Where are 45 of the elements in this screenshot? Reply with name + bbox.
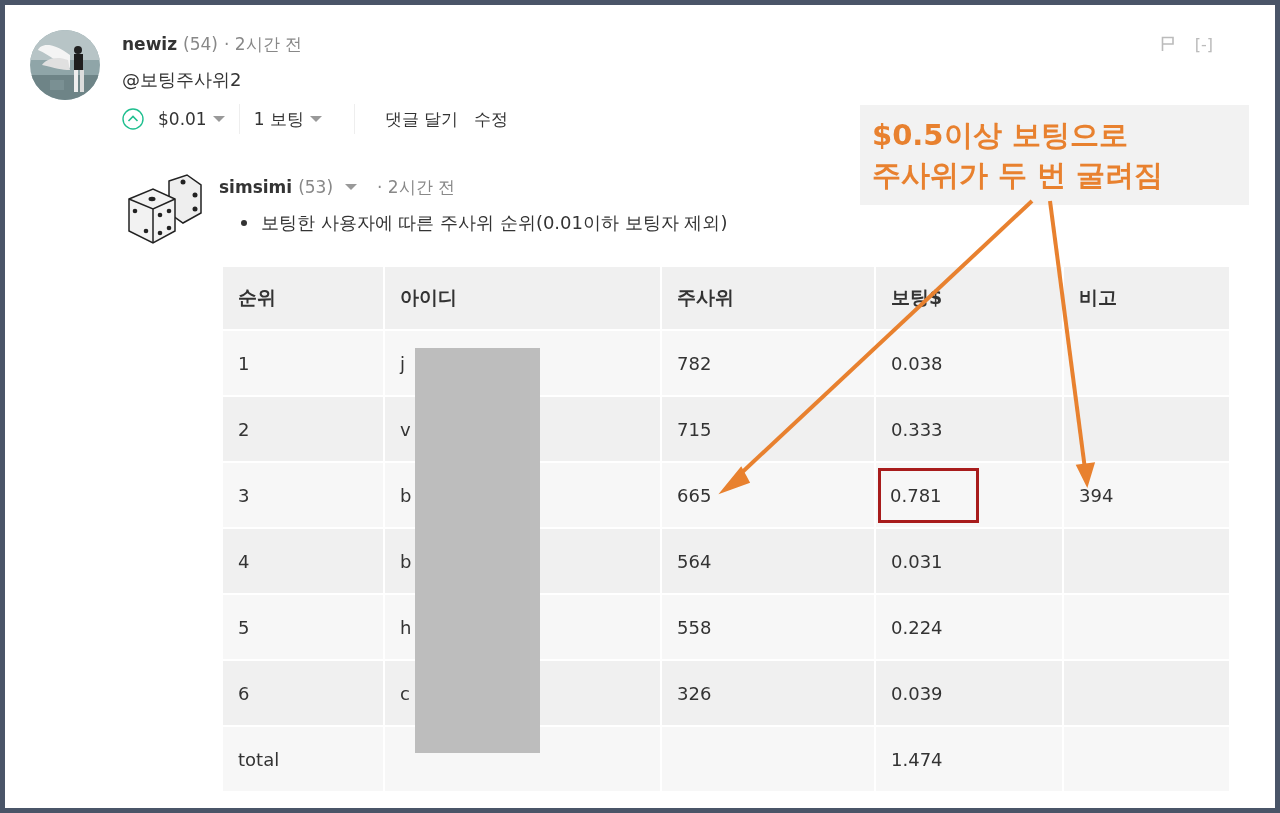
list-item-text: 보팅한 사용자에 따른 주사위 순위(0.01이하 보팅자 제외) xyxy=(261,211,728,235)
upvote-icon[interactable] xyxy=(122,108,144,130)
dice-icon xyxy=(125,173,203,245)
comment-text: @보팅주사위2 xyxy=(122,68,243,92)
table-cell: 665 xyxy=(662,463,874,527)
table-cell: 6 xyxy=(223,661,383,725)
table-cell: 5 xyxy=(223,595,383,659)
table-cell: 1 xyxy=(223,331,383,395)
column-header: 순위 xyxy=(223,267,383,329)
table-cell: 2 xyxy=(223,397,383,461)
table-cell: total xyxy=(223,727,383,791)
caret-icon[interactable] xyxy=(212,115,225,123)
table-cell: 394 xyxy=(1064,463,1229,527)
table-cell: 4 xyxy=(223,529,383,593)
timestamp: · 2시간 전 xyxy=(223,32,302,56)
caret-icon[interactable] xyxy=(309,115,322,123)
table-cell: 0.224 xyxy=(876,595,1062,659)
table-cell: 782 xyxy=(662,331,874,395)
vote-count[interactable]: 1 보팅 xyxy=(253,107,304,131)
action-link[interactable]: 수정 xyxy=(474,107,509,131)
table-cell: 0.031 xyxy=(876,529,1062,593)
table-cell: 0.333 xyxy=(876,397,1062,461)
highlight-box: 0.781 xyxy=(878,467,979,523)
table-cell: 326 xyxy=(662,661,874,725)
reputation-score: (53) xyxy=(298,177,334,197)
table-cell: 715 xyxy=(662,397,874,461)
column-header: 비고 xyxy=(1064,267,1229,329)
column-header: 아이디 xyxy=(385,267,660,329)
column-header: 주사위 xyxy=(662,267,874,329)
bullet-icon xyxy=(241,220,247,226)
table-cell: 0.038 xyxy=(876,331,1062,395)
annotation-callout: $0.5이상 보팅으로 주사위가 두 번 굴려짐 xyxy=(860,105,1249,205)
action-link[interactable]: 댓글 달기 xyxy=(384,107,459,131)
table-cell: 558 xyxy=(662,595,874,659)
username[interactable]: simsimi xyxy=(219,177,293,197)
timestamp: · 2시간 전 xyxy=(377,175,456,199)
table-cell: 3 xyxy=(223,463,383,527)
username[interactable]: newiz xyxy=(122,34,178,54)
table-cell: 1.474 xyxy=(876,727,1062,791)
caret-icon[interactable] xyxy=(345,183,358,191)
reputation-score: (54) xyxy=(183,34,218,54)
flag-icon[interactable] xyxy=(1160,36,1175,52)
table-cell: 564 xyxy=(662,529,874,593)
table-cell: 0.039 xyxy=(876,661,1062,725)
payout-amount[interactable]: $0.01 xyxy=(158,109,207,129)
